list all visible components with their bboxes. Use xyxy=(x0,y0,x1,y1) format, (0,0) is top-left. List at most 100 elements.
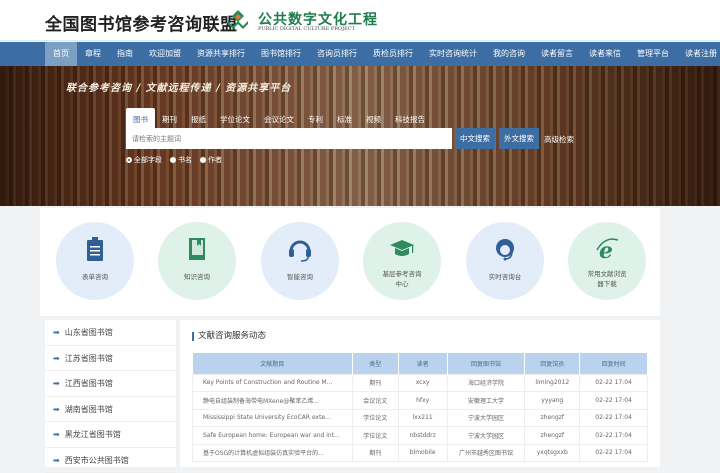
column-header: 回复图书馆 xyxy=(447,353,525,374)
logo-subtext: PUBLIC DIGITAL CULTURE PROJECT xyxy=(258,26,355,32)
nav-inspector-ranking[interactable]: 质检员排行 xyxy=(365,42,421,66)
arrow-right-icon: ➡ xyxy=(53,328,60,337)
search-field-radios: 全部字段 书名 作者 xyxy=(126,155,222,165)
table-cell: 02-22 17:04 xyxy=(580,392,648,410)
table-row[interactable]: 静电自组装制备海带电MXene@聚苯乙烯...会议论文hfxy安徽理工大学yyy… xyxy=(193,392,648,410)
library-link[interactable]: ➡ 湖南省图书馆 xyxy=(45,397,176,423)
service-label: 智能咨询 xyxy=(261,272,339,282)
arrow-right-icon: ➡ xyxy=(53,354,60,363)
column-header: 回复时间 xyxy=(580,353,648,374)
library-name: 湖南省图书馆 xyxy=(65,405,113,414)
site-title[interactable]: 全国图书馆参考咨询联盟 xyxy=(45,10,238,35)
radio-author[interactable]: 作者 xyxy=(200,155,222,165)
table-cell: nbstddrz xyxy=(398,427,447,445)
column-header: 文献题目 xyxy=(193,353,353,374)
clipboard-icon xyxy=(82,236,108,262)
service-realtime-desk[interactable]: 实时咨询台 xyxy=(466,222,544,300)
service-knowledge-consult[interactable]: 知识咨询 xyxy=(158,222,236,300)
services-panel: 表单咨询 知识咨询 智能咨询 基层参考咨询中心 实时咨询台 e 常用文献浏览器下… xyxy=(40,208,660,316)
table-cell: 02-22 17:04 xyxy=(580,409,648,427)
document-title-link[interactable]: 静电自组装制备海带电MXene@聚苯乙烯... xyxy=(193,392,353,410)
library-name: 江西省图书馆 xyxy=(65,379,113,388)
table-cell: 02-22 17:04 xyxy=(580,374,648,392)
arrow-right-icon: ➡ xyxy=(53,430,60,439)
service-smart-consult[interactable]: 智能咨询 xyxy=(261,222,339,300)
library-link[interactable]: ➡ 西安市公共图书馆 xyxy=(45,448,176,473)
table-cell: xcxy xyxy=(398,374,447,392)
table-row[interactable]: 基于OSG的计算机虚拟组装仿真实验平台的...期刊blmobile广州市越秀区图… xyxy=(193,444,648,462)
book-icon xyxy=(184,236,210,262)
service-label: 基层参考咨询中心 xyxy=(382,269,422,289)
agent-icon xyxy=(492,236,518,262)
nav-admin[interactable]: 管理平台 xyxy=(629,42,677,66)
nav-realtime-stats[interactable]: 实时咨询统计 xyxy=(421,42,485,66)
nav-charter[interactable]: 章程 xyxy=(77,42,109,66)
table-cell: 安徽理工大学 xyxy=(447,392,525,410)
radio-dot xyxy=(170,157,176,163)
arrow-right-icon: ➡ xyxy=(53,456,60,465)
service-label: 实时咨询台 xyxy=(466,272,544,282)
library-link[interactable]: ➡黑龙江省图书馆 xyxy=(45,422,176,448)
table-cell: 02-22 17:04 xyxy=(580,427,648,445)
column-header: 类型 xyxy=(352,353,398,374)
ie-browser-icon: e xyxy=(594,236,620,262)
service-activity-panel: 文献咨询服务动态 文献题目 类型 读者 回复图书馆 回复馆员 回复时间 Key … xyxy=(180,320,660,467)
search-input[interactable] xyxy=(126,128,452,149)
advanced-search-link[interactable]: 高级检索 xyxy=(544,134,574,145)
headset-icon xyxy=(287,236,313,262)
table-cell: 学位论文 xyxy=(352,409,398,427)
logo-icon xyxy=(227,9,249,33)
library-link[interactable]: ➡山东省图书馆 xyxy=(45,320,176,346)
service-label: 常用文献浏览器下载 xyxy=(587,269,627,289)
nav-register[interactable]: 读者注册 xyxy=(677,42,720,66)
library-link[interactable]: ➡ 江苏省图书馆 xyxy=(45,346,176,372)
table-row[interactable]: Key Points of Construction and Routine M… xyxy=(193,374,648,392)
table-cell: 期刊 xyxy=(352,444,398,462)
library-link[interactable]: ➡江西省图书馆 xyxy=(45,371,176,397)
table-row[interactable]: Mississippi State University EcoCAR exte… xyxy=(193,409,648,427)
service-browser-download[interactable]: e 常用文献浏览器下载 xyxy=(568,222,646,300)
arrow-right-icon: ➡ xyxy=(53,405,60,414)
section-title: 文献咨询服务动态 xyxy=(192,332,266,341)
radio-dot xyxy=(126,157,132,163)
graduation-cap-icon xyxy=(389,236,415,262)
service-label: 知识咨询 xyxy=(158,272,236,282)
radio-all-fields[interactable]: 全部字段 xyxy=(126,155,162,165)
table-cell: 广州市越秀区图书馆 xyxy=(447,444,525,462)
service-form-consult[interactable]: 表单咨询 xyxy=(56,222,134,300)
chinese-search-button[interactable]: 中文搜索 xyxy=(455,128,495,149)
table-cell: lxx211 xyxy=(398,409,447,427)
table-cell: 期刊 xyxy=(352,374,398,392)
table-cell: blmobile xyxy=(398,444,447,462)
table-cell: 宁波大学园区 xyxy=(447,409,525,427)
radio-label: 全部字段 xyxy=(134,155,162,165)
library-list: ➡山东省图书馆 ➡江苏省图书馆 ➡江西省图书馆 ➡湖南省图书馆 ➡黑龙江省图书馆… xyxy=(45,320,176,467)
table-row[interactable]: Safe European home: European war and int… xyxy=(193,427,648,445)
document-title-link[interactable]: Key Points of Construction and Routine M… xyxy=(193,374,353,392)
radio-label: 书名 xyxy=(178,155,192,165)
service-grassroots-center[interactable]: 基层参考咨询中心 xyxy=(363,222,441,300)
table-cell: 海口经济学院 xyxy=(447,374,525,392)
nav-my-consult[interactable]: 我的咨询 xyxy=(485,42,533,66)
nav-consultant-ranking[interactable]: 咨询员排行 xyxy=(309,42,365,66)
document-title-link[interactable]: 基于OSG的计算机虚拟组装仿真实验平台的... xyxy=(193,444,353,462)
nav-resource-ranking[interactable]: 资源共享排行 xyxy=(189,42,253,66)
slogan: 联合参考咨询 / 文献远程传递 / 资源共享平台 xyxy=(66,79,291,94)
search-banner: 联合参考咨询 / 文献远程传递 / 资源共享平台 图书 期刊 报纸 学位论文 会… xyxy=(0,66,720,206)
document-title-link[interactable]: Mississippi State University EcoCAR exte… xyxy=(193,409,353,427)
nav-join[interactable]: 欢迎加盟 xyxy=(141,42,189,66)
nav-messages[interactable]: 读者留言 xyxy=(533,42,581,66)
nav-guide[interactable]: 指南 xyxy=(109,42,141,66)
table-header-row: 文献题目 类型 读者 回复图书馆 回复馆员 回复时间 xyxy=(193,353,648,374)
library-name: 江苏省图书馆 xyxy=(65,354,113,363)
document-title-link[interactable]: Safe European home: European war and int… xyxy=(193,427,353,445)
foreign-search-button[interactable]: 外文搜索 xyxy=(499,128,539,149)
radio-title[interactable]: 书名 xyxy=(170,155,192,165)
nav-letters[interactable]: 读者来信 xyxy=(581,42,629,66)
library-name: 西安市公共图书馆 xyxy=(65,456,129,465)
table-cell: yyyang xyxy=(525,392,580,410)
nav-home[interactable]: 首页 xyxy=(45,42,77,66)
table-cell: 宁波大学园区 xyxy=(447,427,525,445)
svg-text:e: e xyxy=(599,238,613,262)
nav-library-ranking[interactable]: 图书馆排行 xyxy=(253,42,309,66)
